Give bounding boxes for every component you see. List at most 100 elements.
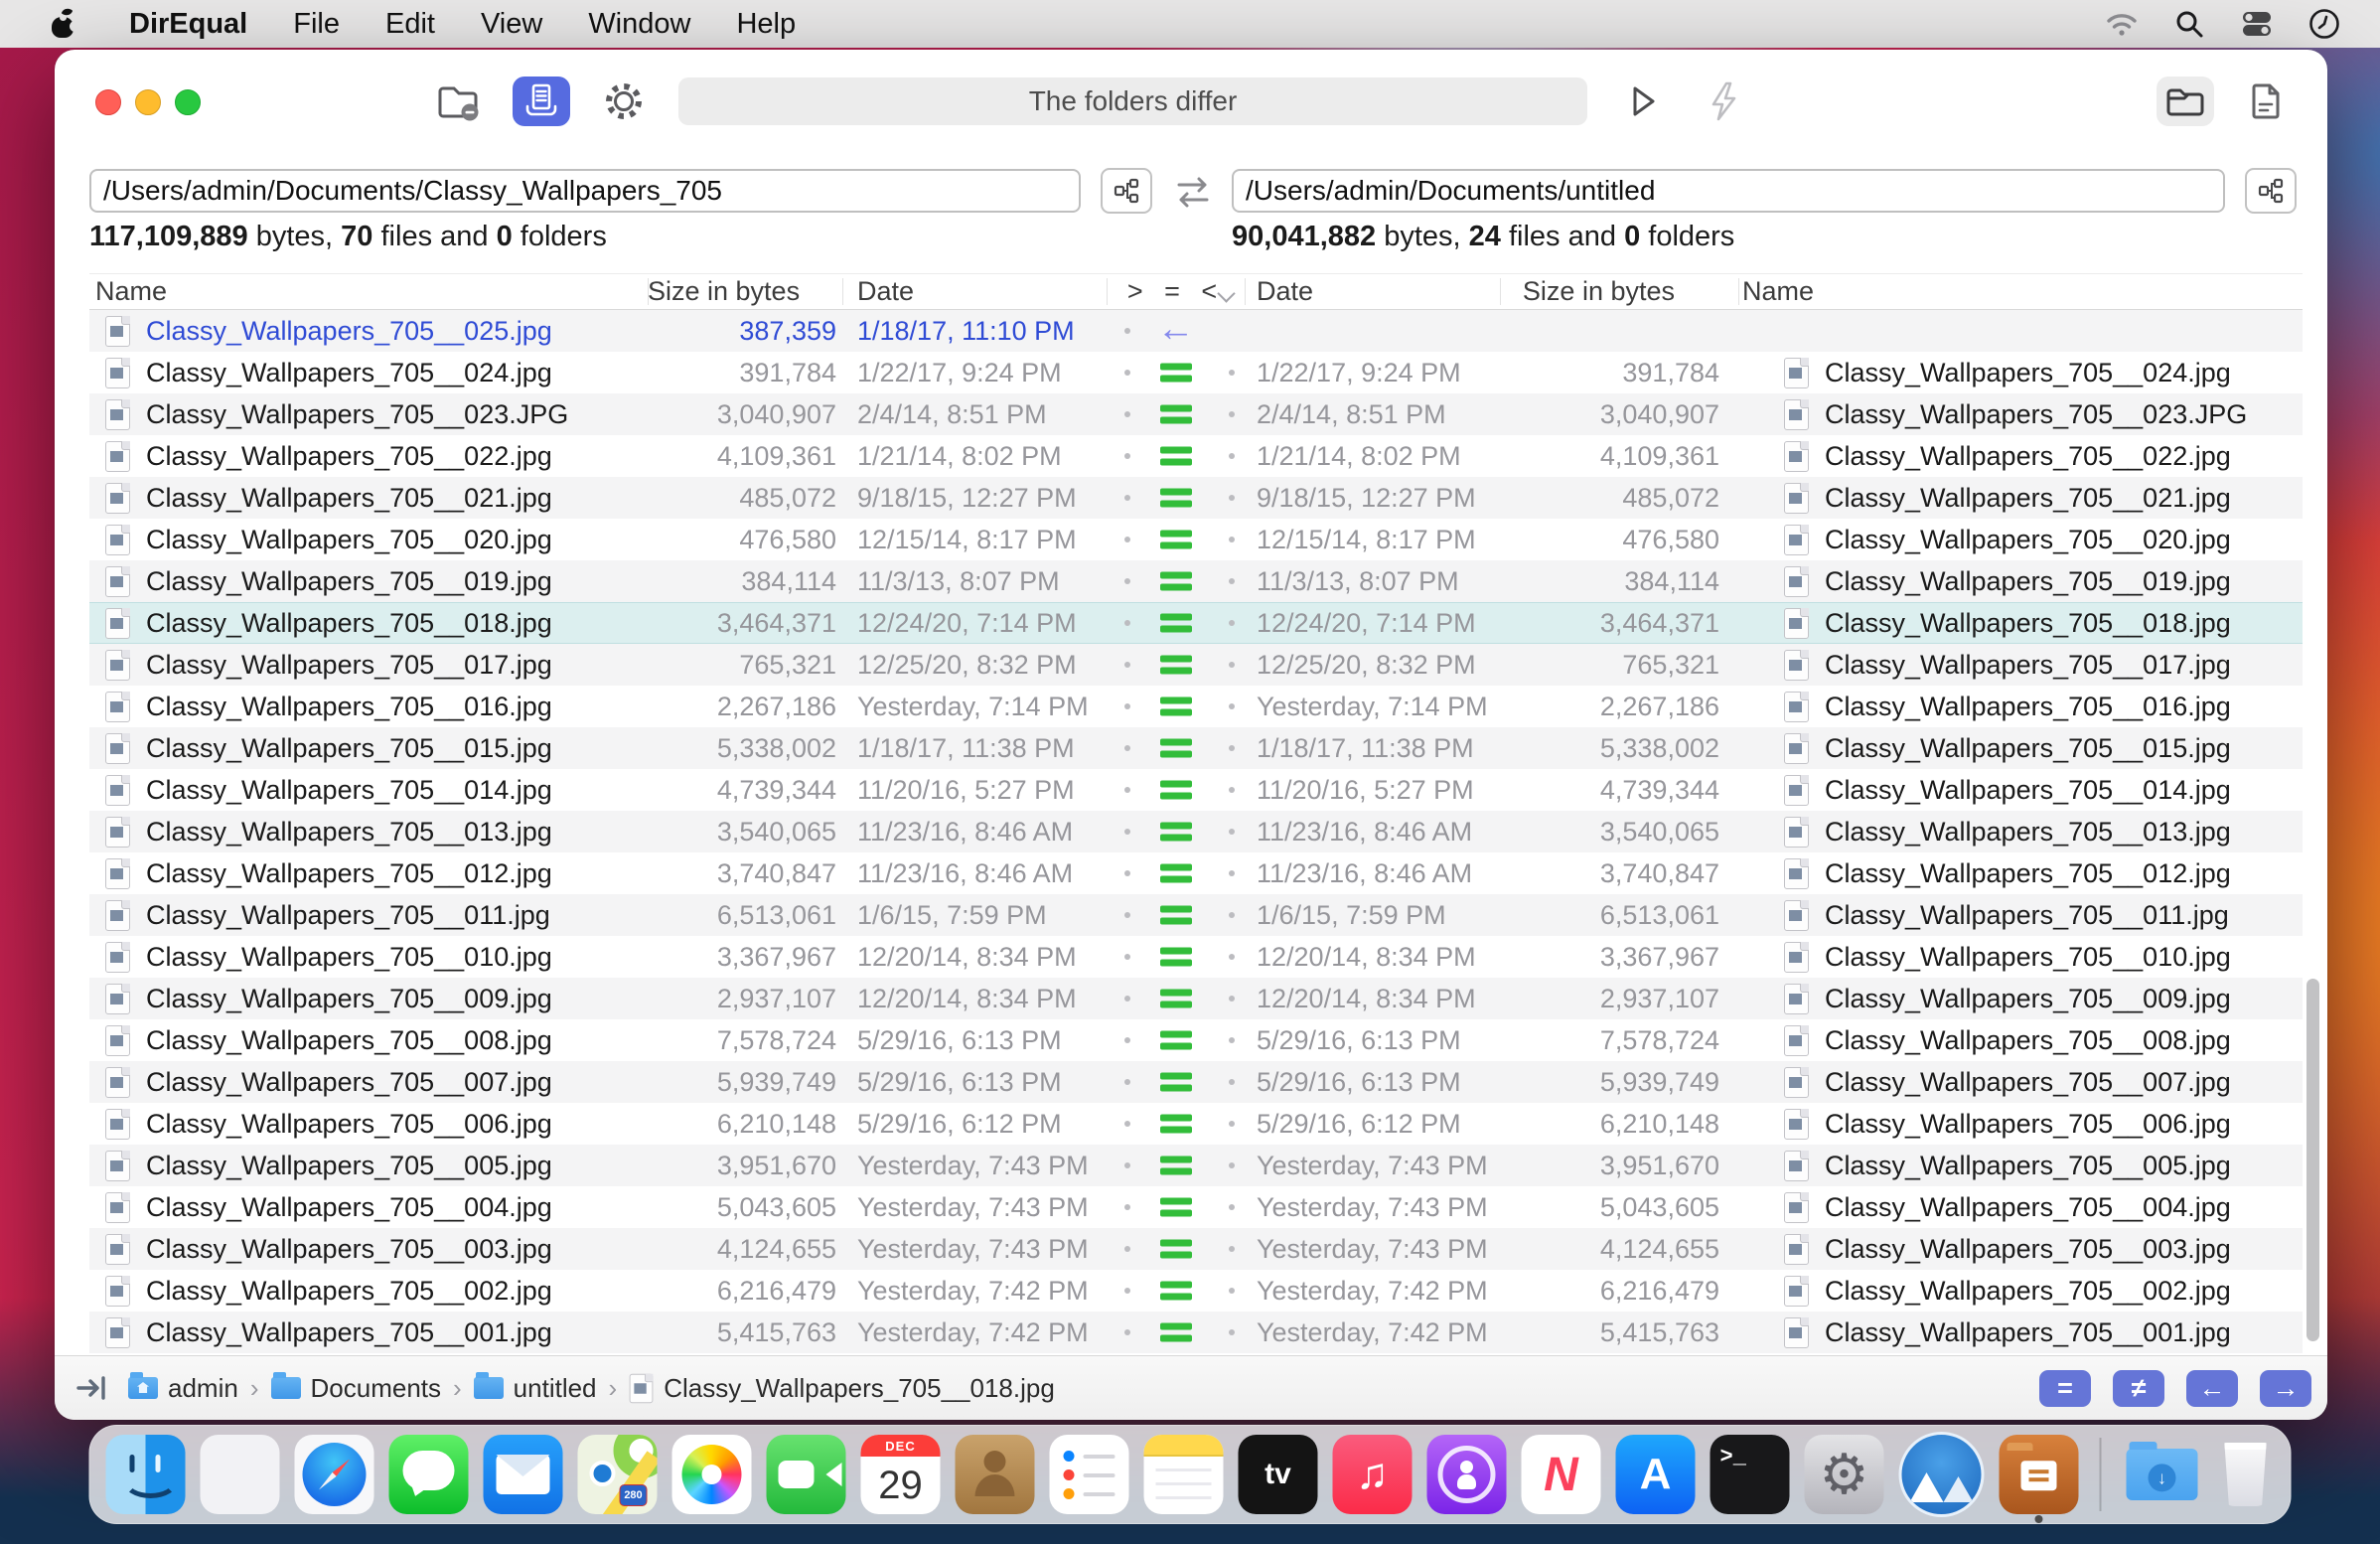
table-row[interactable]: Classy_Wallpapers_705__013.jpg 3,540,065… [89,811,2303,852]
file-icon [1784,1191,1809,1223]
table-row[interactable]: Classy_Wallpapers_705__003.jpg 4,124,655… [89,1228,2303,1270]
table-row[interactable]: Classy_Wallpapers_705__008.jpg 7,578,724… [89,1019,2303,1061]
search-icon[interactable] [2171,6,2207,42]
header-name-right[interactable]: Name [1738,276,2303,307]
dock-podcasts-icon[interactable] [1426,1435,1507,1514]
dock-reminders-icon[interactable] [1049,1435,1129,1514]
left-path-input[interactable]: /Users/admin/Documents/Classy_Wallpapers… [89,169,1081,213]
header-size-right[interactable]: Size in bytes [1500,276,1738,307]
table-row[interactable]: Classy_Wallpapers_705__007.jpg 5,939,749… [89,1061,2303,1103]
file-icon [1784,1316,1809,1348]
dock-direqual-icon[interactable] [1999,1435,2079,1523]
diff-indicator [1107,477,1245,519]
menu-item-help[interactable]: Help [736,8,796,41]
table-row[interactable]: Classy_Wallpapers_705__009.jpg 2,937,107… [89,978,2303,1019]
table-row[interactable]: Classy_Wallpapers_705__021.jpg 485,072 9… [89,477,2303,519]
show-folders-view-button[interactable] [2157,77,2214,126]
dock-news-icon[interactable]: N [1521,1435,1601,1514]
dock-trash-icon[interactable] [2217,1435,2275,1514]
table-row[interactable]: Classy_Wallpapers_705__017.jpg 765,321 1… [89,644,2303,686]
minimize-button[interactable] [135,89,161,115]
menu-item-view[interactable]: View [481,8,542,41]
file-name-left: Classy_Wallpapers_705__025.jpg [146,315,552,346]
swap-sides-icon[interactable] [1169,171,1217,213]
control-center-icon[interactable] [2239,6,2275,42]
filter-equal-button[interactable]: = [2039,1369,2091,1407]
table-row[interactable]: Classy_Wallpapers_705__015.jpg 5,338,002… [89,727,2303,769]
table-row[interactable]: Classy_Wallpapers_705__012.jpg 3,740,847… [89,852,2303,894]
table-row[interactable]: Classy_Wallpapers_705__004.jpg 5,043,605… [89,1186,2303,1228]
right-path-input[interactable]: /Users/admin/Documents/untitled [1232,169,2225,213]
breadcrumb-item-untitled[interactable]: untitled [473,1372,597,1404]
show-report-document-button[interactable] [2240,77,2292,126]
header-date-left[interactable]: Date [842,276,1107,307]
file-size-left: 3,464,371 [716,607,836,638]
settings-gear-icon[interactable] [599,77,649,126]
table-row[interactable]: Classy_Wallpapers_705__016.jpg 2,267,186… [89,686,2303,727]
compare-list-button[interactable] [513,77,570,126]
breadcrumb-item-file[interactable]: Classy_Wallpapers_705__018.jpg [629,1373,1055,1404]
clock-icon[interactable] [2306,6,2342,42]
dock-notes-icon[interactable] [1143,1435,1224,1514]
menu-item-edit[interactable]: Edit [385,8,435,41]
apple-menu-icon[interactable] [52,6,80,39]
dock-safari-icon[interactable] [294,1435,374,1514]
table-row[interactable]: Classy_Wallpapers_705__014.jpg 4,739,344… [89,769,2303,811]
dock-photos-icon[interactable] [671,1435,752,1514]
table-row[interactable]: Classy_Wallpapers_705__005.jpg 3,951,670… [89,1145,2303,1186]
right-tree-button[interactable] [2245,168,2297,214]
table-row[interactable]: Classy_Wallpapers_705__006.jpg 6,210,148… [89,1103,2303,1145]
table-row[interactable]: Classy_Wallpapers_705__010.jpg 3,367,967… [89,936,2303,978]
dock-appstore-icon[interactable]: A [1615,1435,1696,1514]
breadcrumb-item-admin[interactable]: admin [128,1372,238,1404]
menu-item-window[interactable]: Window [588,8,690,41]
dock-mail-icon[interactable] [483,1435,563,1514]
file-size-right: 476,580 [1622,524,1719,554]
filter-not-equal-button[interactable]: ≠ [2113,1369,2164,1407]
jump-to-selection-icon[interactable] [74,1370,114,1406]
copy-right-button[interactable]: → [2260,1369,2311,1407]
dock-mountain-app-icon[interactable] [1898,1432,1985,1517]
table-row[interactable]: Classy_Wallpapers_705__024.jpg 391,784 1… [89,352,2303,393]
copy-left-button[interactable]: ← [2186,1369,2238,1407]
header-diff[interactable]: > = < [1107,276,1245,307]
table-row[interactable]: Classy_Wallpapers_705__020.jpg 476,580 1… [89,519,2303,560]
dock-facetime-icon[interactable] [766,1435,846,1514]
breadcrumb-item-documents[interactable]: Documents [270,1372,441,1404]
header-date-right[interactable]: Date [1245,276,1500,307]
dock-messages-icon[interactable] [388,1435,469,1514]
dock-settings-icon[interactable]: ⚙ [1804,1435,1884,1514]
left-tree-button[interactable] [1101,168,1152,214]
wifi-icon[interactable] [2104,6,2140,42]
dock-calendar-icon[interactable]: DEC 29 [860,1435,941,1514]
dock-finder-icon[interactable] [105,1435,186,1514]
dock-terminal-icon[interactable]: >_ [1710,1435,1790,1514]
menu-app-name[interactable]: DirEqual [129,8,247,41]
play-button[interactable] [1616,77,1668,126]
menu-item-file[interactable]: File [293,8,340,41]
table-row[interactable]: Classy_Wallpapers_705__002.jpg 6,216,479… [89,1270,2303,1312]
header-size-left[interactable]: Size in bytes [648,276,842,307]
exclude-folder-button[interactable] [434,77,484,126]
table-row[interactable]: Classy_Wallpapers_705__022.jpg 4,109,361… [89,435,2303,477]
dock-launchpad-icon[interactable] [200,1435,280,1514]
table-row[interactable]: Classy_Wallpapers_705__001.jpg 5,415,763… [89,1312,2303,1353]
zoom-button[interactable] [175,89,201,115]
vertical-scrollbar-thumb[interactable] [2306,979,2319,1341]
table-row[interactable]: Classy_Wallpapers_705__023.JPG 3,040,907… [89,393,2303,435]
table-row[interactable]: Classy_Wallpapers_705__019.jpg 384,114 1… [89,560,2303,602]
close-button[interactable] [95,89,121,115]
table-row[interactable]: Classy_Wallpapers_705__011.jpg 6,513,061… [89,894,2303,936]
header-name-left[interactable]: Name [89,276,648,307]
quick-compare-bolt-button[interactable] [1699,77,1750,126]
dock-tv-icon[interactable]: tv [1238,1435,1318,1514]
dock-maps-icon[interactable]: 280 [577,1435,658,1514]
table-row[interactable]: Classy_Wallpapers_705__025.jpg 387,359 1… [89,310,2303,352]
file-name-left: Classy_Wallpapers_705__018.jpg [146,607,552,638]
tv-glyph: tv [1264,1458,1291,1490]
dock-contacts-icon[interactable] [955,1435,1035,1514]
file-date-right: 11/23/16, 8:46 AM [1257,816,1473,847]
dock-downloads-icon[interactable]: ↓ [2123,1435,2202,1514]
dock-music-icon[interactable]: ♫ [1332,1435,1413,1514]
table-row[interactable]: Classy_Wallpapers_705__018.jpg 3,464,371… [89,602,2303,644]
